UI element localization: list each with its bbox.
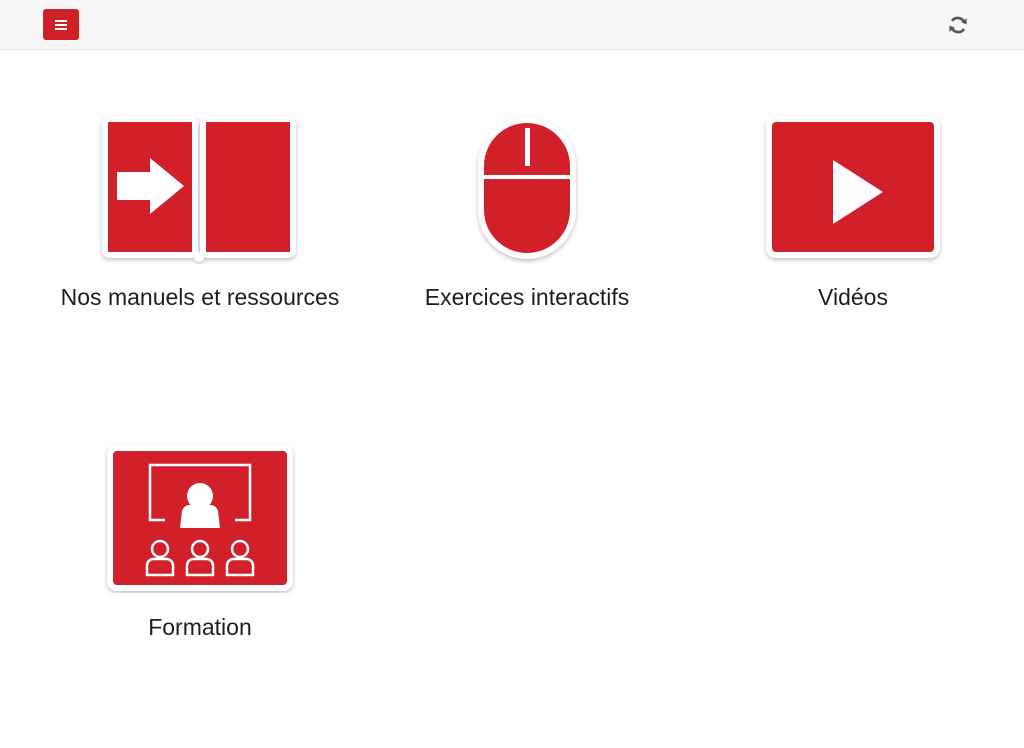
menu-button[interactable] bbox=[43, 9, 79, 40]
tile-formation[interactable]: Formation bbox=[40, 441, 360, 656]
tile-label: Vidéos bbox=[818, 284, 888, 310]
mouse-icon bbox=[478, 117, 576, 259]
hamburger-icon bbox=[55, 19, 67, 30]
tile-label: Nos manuels et ressources bbox=[60, 284, 340, 310]
book-arrow-icon bbox=[102, 116, 296, 262]
tile-manuels-ressources[interactable]: Nos manuels et ressources bbox=[40, 112, 360, 327]
top-bar bbox=[0, 0, 1024, 50]
refresh-button[interactable] bbox=[946, 13, 970, 37]
tile-videos[interactable]: Vidéos bbox=[693, 112, 1013, 327]
classroom-training-icon bbox=[107, 445, 293, 591]
tile-label: Formation bbox=[148, 614, 252, 640]
refresh-icon bbox=[949, 16, 967, 34]
tile-label: Exercices interactifs bbox=[424, 284, 630, 310]
play-video-icon bbox=[766, 116, 940, 258]
tile-exercices-interactifs[interactable]: Exercices interactifs bbox=[367, 112, 687, 327]
